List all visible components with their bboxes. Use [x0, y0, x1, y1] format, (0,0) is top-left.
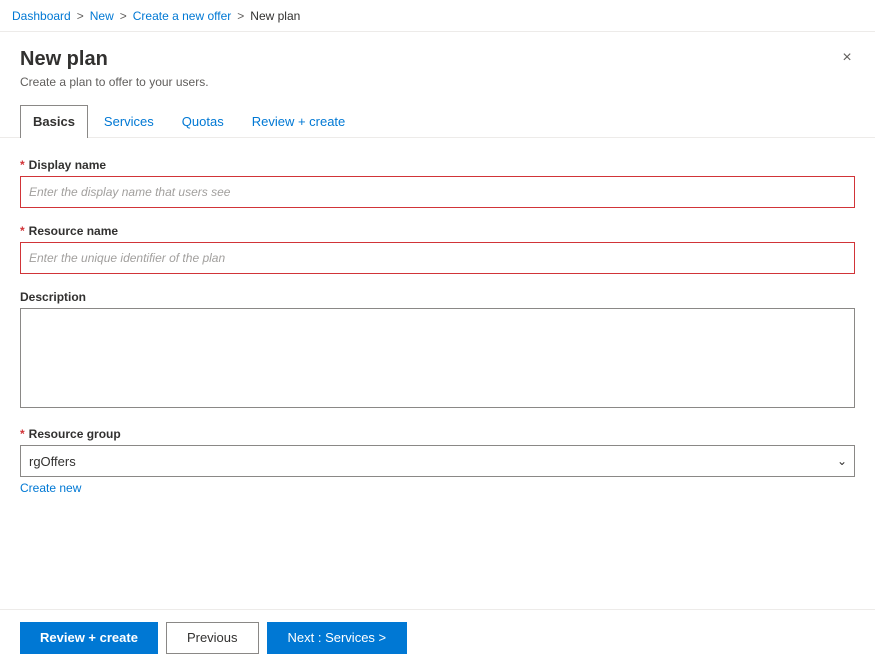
tab-quotas[interactable]: Quotas — [170, 105, 236, 137]
resource-name-input[interactable] — [20, 242, 855, 274]
breadcrumb-bar: Dashboard > New > Create a new offer > N… — [0, 0, 875, 32]
resource-name-label-text: Resource name — [29, 224, 118, 238]
resource-group-label-text: Resource group — [29, 427, 121, 441]
resource-group-select-wrapper: rgOffers ⌄ — [20, 445, 855, 477]
panel-header: New plan Create a plan to offer to your … — [0, 32, 875, 97]
tab-basics[interactable]: Basics — [20, 105, 88, 138]
breadcrumb-sep-1: > — [77, 9, 84, 23]
review-create-button[interactable]: Review + create — [20, 622, 158, 654]
resource-name-label: * Resource name — [20, 224, 855, 238]
create-new-link[interactable]: Create new — [20, 481, 81, 495]
description-group: Description — [20, 290, 855, 411]
resource-group-label: * Resource group — [20, 427, 855, 441]
breadcrumb-current: New plan — [250, 9, 300, 23]
display-name-label: * Display name — [20, 158, 855, 172]
breadcrumb-sep-3: > — [237, 9, 244, 23]
display-name-label-text: Display name — [29, 158, 106, 172]
resource-group-select[interactable]: rgOffers — [20, 445, 855, 477]
display-name-required: * — [20, 158, 25, 172]
panel-footer: Review + create Previous Next : Services… — [0, 609, 875, 665]
description-label-text: Description — [20, 290, 86, 304]
breadcrumb-sep-2: > — [120, 9, 127, 23]
panel-subtitle: Create a plan to offer to your users. — [20, 75, 855, 89]
form-content: * Display name * Resource name Descripti… — [0, 138, 875, 609]
tab-review-create[interactable]: Review + create — [240, 105, 358, 137]
breadcrumb-new[interactable]: New — [90, 9, 114, 23]
close-button[interactable]: × — [835, 46, 859, 70]
resource-name-required: * — [20, 224, 25, 238]
breadcrumb: Dashboard > New > Create a new offer > N… — [12, 9, 300, 23]
tab-bar: Basics Services Quotas Review + create — [0, 105, 875, 138]
display-name-input[interactable] — [20, 176, 855, 208]
previous-button[interactable]: Previous — [166, 622, 259, 654]
description-textarea[interactable] — [20, 308, 855, 408]
main-panel: New plan Create a plan to offer to your … — [0, 32, 875, 665]
resource-name-group: * Resource name — [20, 224, 855, 274]
breadcrumb-create-offer[interactable]: Create a new offer — [133, 9, 232, 23]
breadcrumb-dashboard[interactable]: Dashboard — [12, 9, 71, 23]
panel-title: New plan — [20, 48, 855, 71]
resource-group-required: * — [20, 427, 25, 441]
resource-group-group: * Resource group rgOffers ⌄ Create new — [20, 427, 855, 495]
display-name-group: * Display name — [20, 158, 855, 208]
next-button[interactable]: Next : Services > — [267, 622, 408, 654]
tab-services[interactable]: Services — [92, 105, 166, 137]
description-label: Description — [20, 290, 855, 304]
